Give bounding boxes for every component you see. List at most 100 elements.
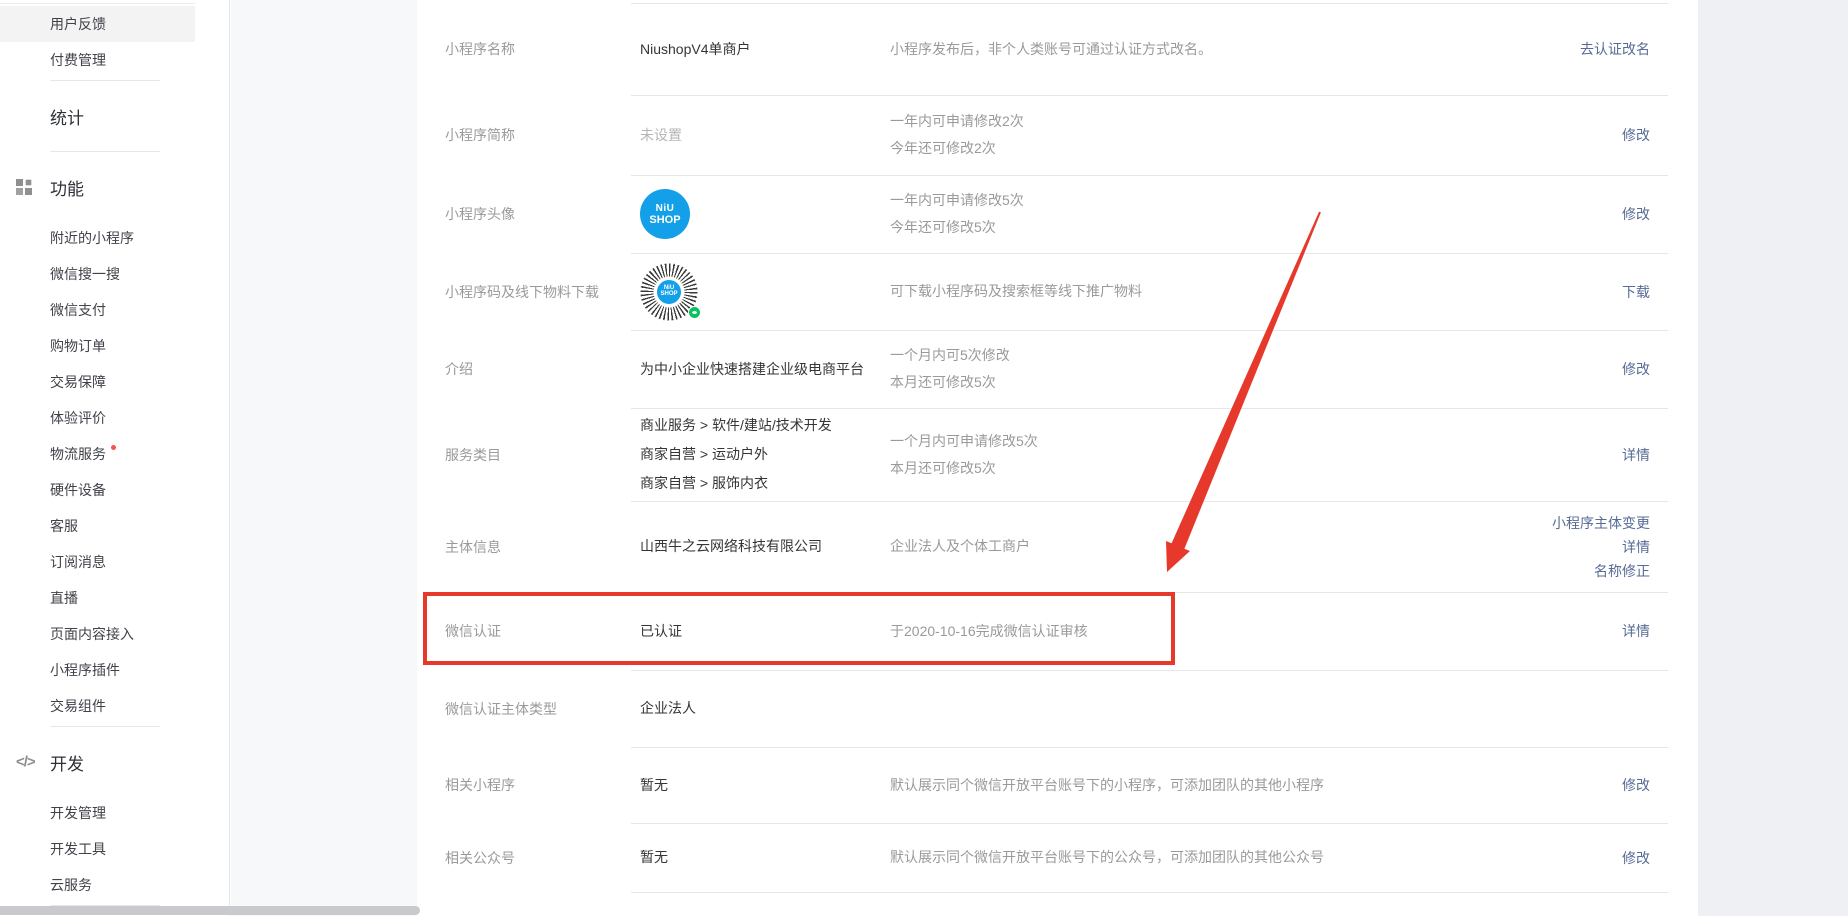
- sidebar-item-微信支付[interactable]: 微信支付: [0, 292, 195, 328]
- horizontal-scrollbar-thumb[interactable]: [0, 906, 420, 915]
- row-value: NiUSHOP: [640, 263, 890, 321]
- row-actions: 详情: [1622, 619, 1650, 643]
- row-description-line: 本月还可修改5次: [890, 369, 1602, 396]
- grid-icon: [16, 179, 32, 195]
- table-row-小程序头像: 小程序头像NiUSHOP一年内可申请修改5次今年还可修改5次修改: [417, 175, 1698, 253]
- sidebar-item-页面内容接入[interactable]: 页面内容接入: [0, 616, 195, 652]
- action-link[interactable]: 修改: [1622, 123, 1650, 147]
- table-row-相关公众号: 相关公众号暂无默认展示同个微信开放平台账号下的公众号，可添加团队的其他公众号修改: [417, 823, 1698, 892]
- row-description: 一个月内可5次修改本月还可修改5次: [890, 342, 1622, 396]
- sidebar-item-label: 小程序插件: [50, 662, 120, 678]
- sidebar-item-开发管理[interactable]: 开发管理: [0, 795, 195, 831]
- sidebar-item-云服务[interactable]: 云服务: [0, 867, 195, 903]
- sidebar-item-附近的小程序[interactable]: 附近的小程序: [0, 220, 195, 256]
- sidebar-item-客服[interactable]: 客服: [0, 508, 195, 544]
- action-link[interactable]: 下载: [1622, 280, 1650, 304]
- action-link[interactable]: 修改: [1622, 846, 1650, 870]
- row-value: 已认证: [640, 617, 890, 646]
- row-value-line: 商家自营 > 运动户外: [640, 440, 890, 469]
- row-value-text: NiushopV4单商户: [640, 41, 751, 57]
- action-link[interactable]: 修改: [1622, 773, 1650, 797]
- row-label: 相关小程序: [445, 775, 640, 795]
- row-description-line: 小程序发布后，非个人类账号可通过认证方式改名。: [890, 36, 1560, 63]
- row-description-line: 一个月内可5次修改: [890, 342, 1602, 369]
- row-description: 默认展示同个微信开放平台账号下的小程序，可添加团队的其他小程序: [890, 772, 1622, 799]
- action-link[interactable]: 小程序主体变更: [1552, 511, 1650, 535]
- row-label: 介绍: [445, 359, 640, 379]
- table-row-小程序码及线下物料下载: 小程序码及线下物料下载NiUSHOP可下载小程序码及搜索框等线下推广物料下载: [417, 253, 1698, 330]
- sidebar: 用户反馈付费管理统计功能附近的小程序微信搜一搜微信支付购物订单交易保障体验评价物…: [0, 0, 230, 916]
- sidebar-menu: 用户反馈付费管理统计功能附近的小程序微信搜一搜微信支付购物订单交易保障体验评价物…: [0, 6, 230, 908]
- row-description-line: 今年还可修改2次: [890, 135, 1602, 162]
- row-label: 微信认证主体类型: [445, 699, 640, 719]
- action-link[interactable]: 修改: [1622, 357, 1650, 381]
- row-value-text: 为中小企业快速搭建企业级电商平台: [640, 361, 864, 377]
- sidebar-item-交易组件[interactable]: 交易组件: [0, 688, 195, 724]
- sidebar-item-开发工具[interactable]: 开发工具: [0, 831, 195, 867]
- sidebar-item-体验评价[interactable]: 体验评价: [0, 400, 195, 436]
- row-value: NiUSHOP: [640, 189, 890, 239]
- sidebar-item-硬件设备[interactable]: 硬件设备: [0, 472, 195, 508]
- sidebar-item-交易保障[interactable]: 交易保障: [0, 364, 195, 400]
- row-actions: 修改: [1622, 846, 1650, 870]
- row-actions: 修改: [1622, 202, 1650, 226]
- sidebar-item-label: 客服: [50, 518, 78, 534]
- sidebar-item-label: 购物订单: [50, 338, 106, 354]
- sidebar-item-label: 页面内容接入: [50, 626, 134, 642]
- sidebar-item-label: 开发管理: [50, 805, 106, 821]
- row-description-line: 默认展示同个微信开放平台账号下的小程序，可添加团队的其他小程序: [890, 772, 1602, 799]
- row-description-line: 一年内可申请修改5次: [890, 187, 1602, 214]
- row-value: 未设置: [640, 121, 890, 150]
- row-value: 商业服务 > 软件/建站/技术开发商家自营 > 运动户外商家自营 > 服饰内衣: [640, 411, 890, 498]
- table-row-微信认证: 微信认证已认证于2020-10-16完成微信认证审核详情: [417, 592, 1698, 670]
- row-actions: 小程序主体变更详情名称修正: [1552, 511, 1650, 583]
- sidebar-item-label: 云服务: [50, 877, 92, 893]
- sidebar-item-购物订单[interactable]: 购物订单: [0, 328, 195, 364]
- qr-center-text: SHOP: [660, 291, 677, 298]
- row-label: 小程序码及线下物料下载: [445, 282, 640, 302]
- code-icon: [16, 754, 35, 771]
- sidebar-item-物流服务[interactable]: 物流服务: [0, 436, 195, 472]
- sidebar-item-付费管理[interactable]: 付费管理: [0, 42, 195, 78]
- row-value-text: 企业法人: [640, 700, 696, 716]
- table-row-微信认证主体类型: 微信认证主体类型企业法人: [417, 670, 1698, 747]
- sidebar-item-开发[interactable]: 开发: [0, 729, 195, 795]
- mini-program-avatar: NiUSHOP: [640, 189, 690, 239]
- action-link[interactable]: 去认证改名: [1580, 37, 1650, 61]
- action-link[interactable]: 名称修正: [1594, 559, 1650, 583]
- sidebar-item-label: 直播: [50, 590, 78, 606]
- row-description-line: 可下载小程序码及搜索框等线下推广物料: [890, 278, 1602, 305]
- row-description-line: 一个月内可申请修改5次: [890, 428, 1602, 455]
- sidebar-item-小程序插件[interactable]: 小程序插件: [0, 652, 195, 688]
- row-actions: 修改: [1622, 123, 1650, 147]
- sidebar-item-label: 微信支付: [50, 302, 106, 318]
- action-link[interactable]: 详情: [1622, 619, 1650, 643]
- row-value-text: 暂无: [640, 849, 668, 865]
- sidebar-item-label: 开发工具: [50, 841, 106, 857]
- action-link[interactable]: 详情: [1622, 443, 1650, 467]
- row-description: 于2020-10-16完成微信认证审核: [890, 618, 1622, 645]
- row-description-line: 于2020-10-16完成微信认证审核: [890, 618, 1602, 645]
- avatar-text: SHOP: [649, 214, 680, 226]
- settings-table: 小程序名称NiushopV4单商户小程序发布后，非个人类账号可通过认证方式改名。…: [417, 3, 1698, 893]
- sidebar-item-统计[interactable]: 统计: [0, 83, 195, 149]
- row-description: 企业法人及个体工商户: [890, 533, 1552, 560]
- sidebar-item-直播[interactable]: 直播: [0, 580, 195, 616]
- table-row-相关小程序: 相关小程序暂无默认展示同个微信开放平台账号下的小程序，可添加团队的其他小程序修改: [417, 747, 1698, 823]
- row-actions: 修改: [1622, 773, 1650, 797]
- row-description-line: 今年还可修改5次: [890, 214, 1602, 241]
- row-description: 一个月内可申请修改5次本月还可修改5次: [890, 428, 1622, 482]
- action-link[interactable]: 修改: [1622, 202, 1650, 226]
- action-link[interactable]: 详情: [1622, 535, 1650, 559]
- row-actions: 下载: [1622, 280, 1650, 304]
- row-label: 微信认证: [445, 621, 640, 641]
- row-value: 暂无: [640, 771, 890, 800]
- row-description: 可下载小程序码及搜索框等线下推广物料: [890, 278, 1622, 305]
- sidebar-item-功能[interactable]: 功能: [0, 154, 195, 220]
- sidebar-item-订阅消息[interactable]: 订阅消息: [0, 544, 195, 580]
- row-actions: 详情: [1622, 443, 1650, 467]
- sidebar-item-label: 微信搜一搜: [50, 266, 120, 282]
- sidebar-item-微信搜一搜[interactable]: 微信搜一搜: [0, 256, 195, 292]
- avatar-text: NiU: [656, 203, 675, 214]
- sidebar-item-用户反馈[interactable]: 用户反馈: [0, 6, 195, 42]
